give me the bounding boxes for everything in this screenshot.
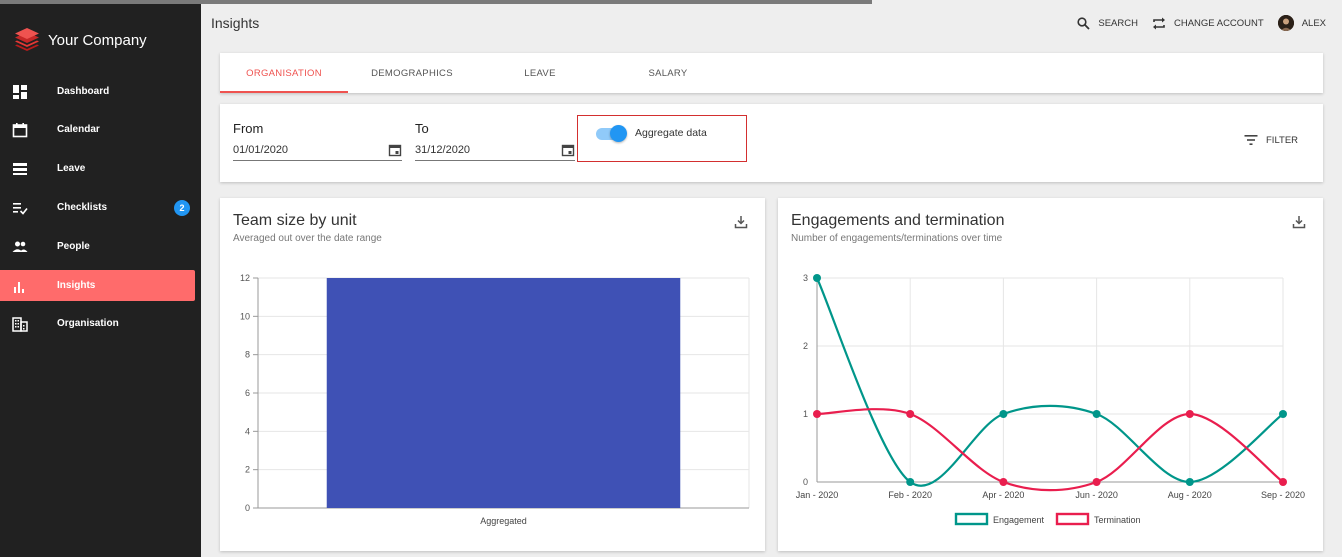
sidebar-item-label: Insights [57,280,96,291]
sidebar-item-checklists[interactable]: Checklists 2 [0,192,195,223]
page-title: Insights [211,15,260,31]
sidebar-item-label: Checklists [57,202,108,213]
data-point-engagement [813,274,821,282]
y-tick-label: 8 [245,350,250,360]
data-point-engagement [1279,410,1287,418]
tabs-bar: ORGANISATION DEMOGRAPHICS LEAVE SALARY [220,53,1323,93]
x-tick-label: Apr - 2020 [982,490,1024,500]
search-button[interactable]: SEARCH [1077,16,1138,30]
x-tick-label: Jun - 2020 [1075,490,1118,500]
y-tick-label: 12 [240,273,250,283]
sidebar-item-people[interactable]: People [0,231,195,262]
series-line-engagement [815,277,1284,487]
filter-icon [1244,135,1258,145]
y-tick-label: 0 [245,503,250,513]
checklists-count-badge: 2 [174,199,190,216]
x-tick-label: Jan - 2020 [796,490,839,500]
y-tick-label: 4 [245,426,250,436]
y-tick-label: 1 [803,409,808,419]
insights-icon [14,282,24,293]
tab-leave[interactable]: LEAVE [476,53,604,93]
calendar-picker-icon[interactable] [388,143,402,157]
sidebar-item-label: Organisation [57,318,119,329]
y-tick-label: 3 [803,273,808,283]
data-point-termination [1185,410,1194,418]
to-date-value: 31/12/2020 [415,144,471,156]
tab-demographics[interactable]: DEMOGRAPHICS [348,53,476,93]
y-tick-label: 6 [245,388,250,398]
header-actions: SEARCH CHANGE ACCOUNT ALEX [1063,15,1326,31]
data-point-engagement [999,410,1008,418]
aggregate-data-label: Aggregate data [635,127,707,139]
user-menu[interactable]: ALEX [1277,15,1326,31]
change-account-button[interactable]: CHANGE ACCOUNT [1152,17,1264,30]
data-point-termination [999,478,1008,486]
active-tab-indicator [220,91,348,93]
dashboard-icon [13,85,27,99]
people-icon [12,241,28,252]
sidebar-item-label: Leave [57,163,86,174]
swap-icon [1152,17,1165,29]
data-point-termination [1092,478,1101,486]
filter-button[interactable]: FILTER [1244,134,1298,146]
sidebar-item-leave[interactable]: Leave [0,153,195,184]
team-size-card: Team size by unit Averaged out over the … [220,198,765,551]
toggle-knob[interactable] [610,125,627,142]
y-tick-label: 0 [803,477,808,487]
x-tick-label: Sep - 2020 [1261,490,1305,500]
filter-panel: From 01/01/2020 To 31/12/2020 Aggregate … [220,104,1323,182]
legend-swatch [1055,512,1090,526]
legend-label: Engagement [993,515,1045,525]
data-point-engagement [906,478,915,486]
company-name: Your Company [48,31,147,49]
organisation-icon [12,317,28,332]
y-tick-label: 2 [803,341,808,351]
sidebar-item-insights[interactable]: Insights [0,270,195,301]
from-date-value: 01/01/2020 [233,144,289,156]
calendar-icon [12,123,28,138]
data-point-termination [1279,478,1287,486]
from-label: From [233,121,264,136]
to-label: To [415,121,429,136]
sidebar-item-calendar[interactable]: Calendar [0,114,195,145]
change-account-label: CHANGE ACCOUNT [1173,17,1264,29]
sidebar-item-label: Dashboard [57,86,110,97]
engagements-line-chart: 0 1 2 3 Jan - 2020 Feb - 2020 Apr - 2020 Jun - … [796,273,1305,526]
y-tick-label: 2 [245,465,250,475]
from-date-field[interactable]: 01/01/2020 [233,140,402,161]
bar [326,278,681,508]
brand[interactable]: Your Company [12,26,147,54]
filter-label: FILTER [1266,134,1299,146]
aggregate-data-toggle[interactable]: Aggregate data [577,115,747,162]
data-point-engagement [1092,410,1101,418]
checklist-icon [13,203,28,215]
search-label: SEARCH [1098,17,1138,29]
avatar [1277,15,1294,31]
tab-organisation[interactable]: ORGANISATION [220,53,348,93]
x-tick-label: Aggregated [480,516,527,526]
data-point-engagement [1185,478,1194,486]
search-icon [1077,16,1091,30]
user-name: ALEX [1301,17,1326,29]
x-tick-label: Feb - 2020 [888,490,932,500]
sidebar-item-label: People [57,241,90,252]
company-logo-icon [15,28,39,51]
to-date-field[interactable]: 31/12/2020 [415,140,575,161]
tab-salary[interactable]: SALARY [604,53,732,93]
sidebar: Your Company Dashboard Calendar Leave Ch… [0,4,201,557]
sidebar-item-label: Calendar [57,124,100,135]
y-tick-label: 10 [240,311,250,321]
engagements-card: Engagements and termination Number of en… [778,198,1323,551]
legend-swatch [954,512,989,526]
calendar-picker-icon[interactable] [561,143,575,157]
data-point-termination [813,410,821,418]
leave-icon [13,163,27,175]
data-point-termination [906,410,915,418]
x-tick-label: Aug - 2020 [1168,490,1212,500]
sidebar-item-dashboard[interactable]: Dashboard [0,76,195,107]
team-size-bar-chart: 0 2 4 6 8 10 12 Aggregated [240,273,750,526]
legend-label: Termination [1094,515,1141,525]
sidebar-item-organisation[interactable]: Organisation [0,308,195,339]
